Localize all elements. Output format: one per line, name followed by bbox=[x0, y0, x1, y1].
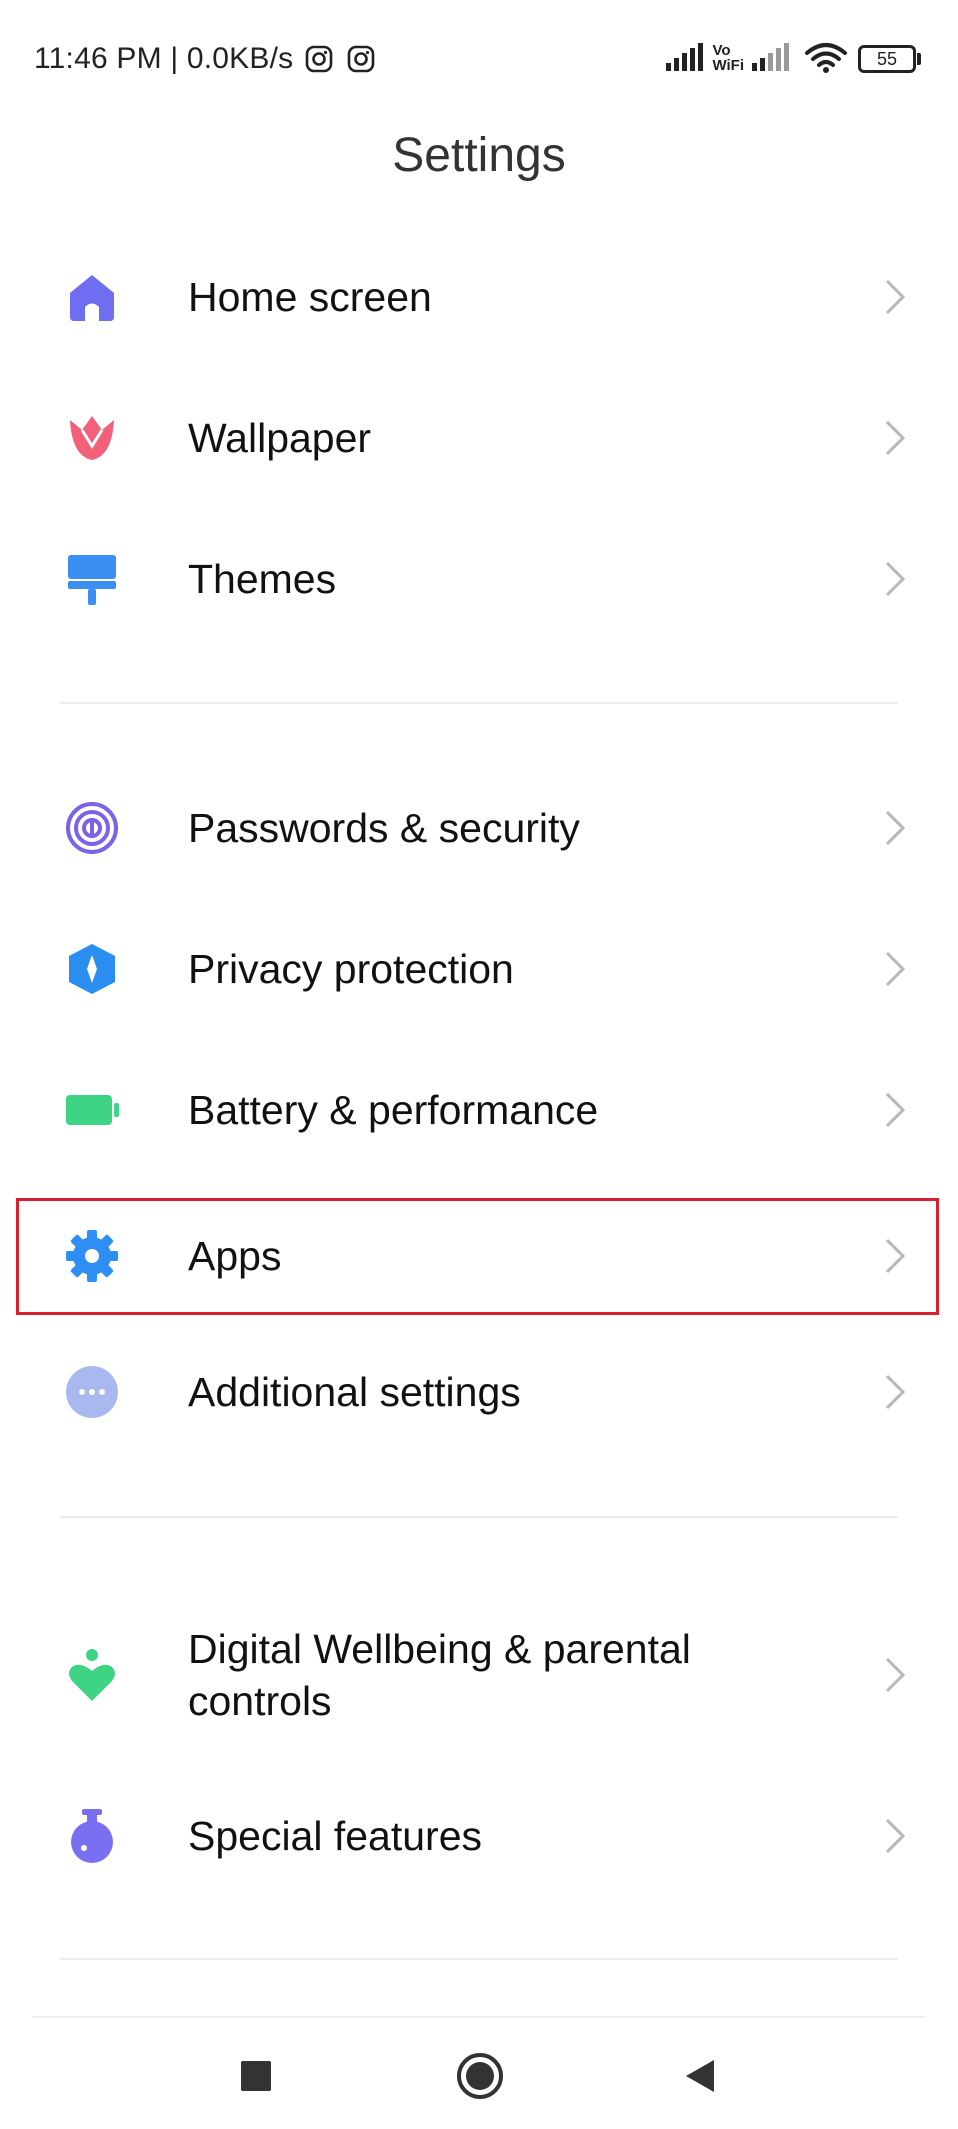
tulip-icon bbox=[64, 410, 120, 466]
item-label: Privacy protection bbox=[188, 946, 514, 992]
nav-bar-separator bbox=[32, 2016, 926, 2018]
item-label-line1: Digital Wellbeing & parental bbox=[188, 1626, 691, 1672]
settings-item-battery-performance[interactable]: Battery & performance bbox=[0, 1050, 958, 1170]
back-triangle-icon bbox=[682, 2058, 718, 2099]
item-label: Apps bbox=[188, 1233, 282, 1279]
item-label-line2: controls bbox=[188, 1678, 332, 1724]
fingerprint-icon bbox=[64, 800, 120, 856]
item-label: Themes bbox=[188, 556, 337, 602]
gear-icon bbox=[64, 1228, 120, 1284]
chevron-right-icon bbox=[882, 1816, 908, 1856]
battery-icon bbox=[64, 1082, 120, 1138]
item-label: Passwords & security bbox=[188, 805, 580, 851]
settings-item-privacy-protection[interactable]: Privacy protection bbox=[0, 909, 958, 1029]
privacy-shield-icon bbox=[64, 941, 120, 997]
section-divider bbox=[60, 1516, 898, 1518]
instagram-icon bbox=[305, 45, 333, 73]
flask-icon bbox=[64, 1808, 120, 1864]
settings-item-home-screen[interactable]: Home screen bbox=[0, 237, 958, 357]
status-time: 11:46 PM | 0.0KB/s bbox=[34, 42, 294, 75]
chevron-right-icon bbox=[882, 418, 908, 458]
item-label: Digital Wellbeing & parental controls bbox=[188, 1623, 691, 1727]
instagram-icon bbox=[347, 45, 375, 73]
paint-roller-icon bbox=[64, 551, 120, 607]
status-bar: 11:46 PM | 0.0KB/s Vo WiFi 55 bbox=[0, 0, 958, 110]
battery-indicator: 55 bbox=[858, 45, 921, 73]
section-divider bbox=[60, 1958, 898, 1960]
more-dots-icon bbox=[64, 1364, 120, 1420]
item-label: Wallpaper bbox=[188, 415, 372, 461]
home-icon bbox=[64, 269, 120, 325]
battery-level: 55 bbox=[858, 45, 916, 73]
section-divider bbox=[60, 702, 898, 704]
home-button[interactable] bbox=[450, 2048, 510, 2108]
vowifi-line2: WiFi bbox=[712, 57, 744, 74]
signal-strength-icon bbox=[664, 43, 708, 73]
chevron-right-icon bbox=[882, 1655, 908, 1695]
square-icon bbox=[239, 2059, 273, 2098]
chevron-right-icon bbox=[882, 949, 908, 989]
navigation-bar bbox=[0, 2030, 958, 2120]
wifi-icon bbox=[804, 42, 848, 74]
wellbeing-icon bbox=[64, 1647, 120, 1703]
back-button[interactable] bbox=[670, 2048, 730, 2108]
settings-item-themes[interactable]: Themes bbox=[0, 519, 958, 639]
status-left: 11:46 PM | 0.0KB/s bbox=[34, 40, 375, 78]
chevron-right-icon bbox=[882, 1090, 908, 1130]
settings-item-wallpaper[interactable]: Wallpaper bbox=[0, 378, 958, 498]
item-label: Special features bbox=[188, 1813, 483, 1859]
chevron-right-icon bbox=[882, 808, 908, 848]
chevron-right-icon bbox=[882, 559, 908, 599]
recents-button[interactable] bbox=[226, 2048, 286, 2108]
item-label: Home screen bbox=[188, 274, 432, 320]
chevron-right-icon bbox=[882, 277, 908, 317]
chevron-right-icon bbox=[882, 1372, 908, 1412]
item-label: Battery & performance bbox=[188, 1087, 599, 1133]
settings-item-special-features[interactable]: Special features bbox=[0, 1776, 958, 1896]
settings-item-digital-wellbeing[interactable]: Digital Wellbeing & parental controls bbox=[0, 1610, 958, 1740]
circle-home-icon bbox=[455, 2051, 505, 2106]
page-title: Settings bbox=[392, 129, 566, 182]
item-label: Additional settings bbox=[188, 1369, 521, 1415]
vowifi-indicator: Vo WiFi bbox=[712, 43, 744, 73]
chevron-right-icon bbox=[882, 1236, 908, 1276]
settings-item-additional-settings[interactable]: Additional settings bbox=[0, 1332, 958, 1452]
settings-item-apps[interactable]: Apps bbox=[0, 1196, 958, 1316]
settings-item-passwords-security[interactable]: Passwords & security bbox=[0, 768, 958, 888]
settings-screen: 11:46 PM | 0.0KB/s Vo WiFi 55 Settings H… bbox=[0, 0, 958, 2129]
status-right: Vo WiFi 55 bbox=[664, 36, 921, 80]
battery-cap bbox=[917, 53, 921, 65]
signal-strength-icon-2 bbox=[750, 43, 794, 73]
